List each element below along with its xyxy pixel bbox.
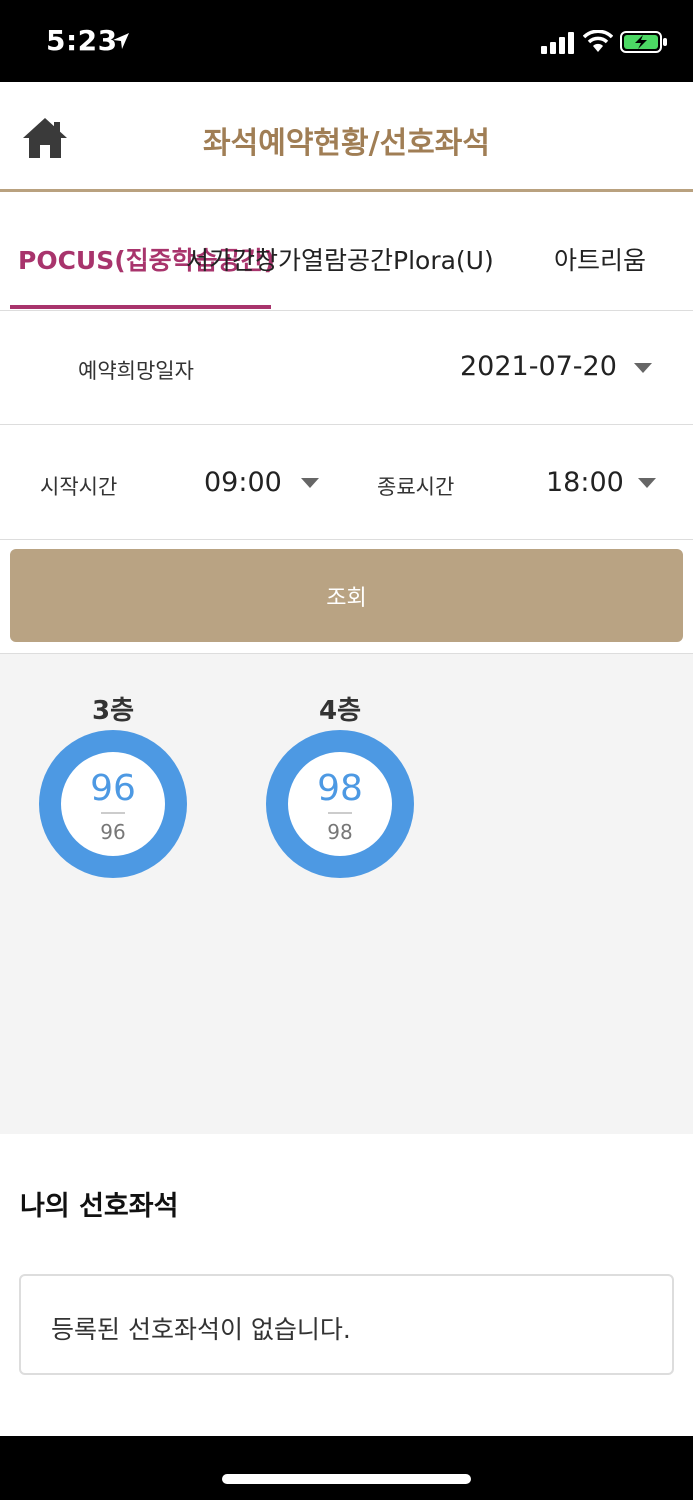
start-time-label: 시작시간 bbox=[40, 475, 118, 499]
time-row: 시작시간 09:00 종료시간 18:00 bbox=[0, 425, 693, 540]
tab-atrium[interactable]: 아트리움 bbox=[554, 241, 646, 277]
floor-card-4[interactable]: 4층 98 98 bbox=[266, 690, 414, 878]
tab-plora[interactable]: 서가간창가열람공간Plora(U) bbox=[186, 241, 494, 277]
available-seats: 98 bbox=[317, 768, 363, 809]
ring-center: 96 96 bbox=[61, 752, 165, 856]
header: 좌석예약현황/선호좌석 bbox=[0, 82, 693, 192]
date-label: 예약희망일자 bbox=[78, 359, 194, 383]
ring-center: 98 98 bbox=[288, 752, 392, 856]
search-button[interactable]: 조회 bbox=[10, 549, 683, 642]
divider bbox=[328, 812, 352, 814]
preferred-seats-title: 나의 선호좌석 bbox=[20, 1191, 179, 1222]
start-time-select[interactable]: 09:00 bbox=[204, 467, 282, 498]
date-row: 예약희망일자 2021-07-20 bbox=[0, 311, 693, 425]
app-screen: 좌석예약현황/선호좌석 POCUS(집중학습공간) 서가간창가열람공간Plora… bbox=[0, 82, 693, 1436]
floor-status-area: 3층 96 96 4층 98 98 bbox=[0, 653, 693, 1134]
seat-ring-chart: 96 96 bbox=[39, 730, 187, 878]
divider bbox=[101, 812, 125, 814]
chevron-down-icon[interactable] bbox=[638, 478, 656, 488]
seat-ring-chart: 98 98 bbox=[266, 730, 414, 878]
empty-message: 등록된 선호좌석이 없습니다. bbox=[51, 1315, 351, 1344]
page-title: 좌석예약현황/선호좌석 bbox=[203, 126, 490, 161]
chevron-down-icon[interactable] bbox=[634, 363, 652, 373]
end-time-select[interactable]: 18:00 bbox=[546, 467, 624, 498]
wifi-icon bbox=[583, 30, 613, 52]
battery-charging-icon bbox=[620, 31, 667, 53]
floor-card-3[interactable]: 3층 96 96 bbox=[39, 690, 187, 878]
cellular-signal-icon bbox=[541, 32, 574, 54]
status-bar: 5:23 bbox=[0, 0, 693, 82]
date-select[interactable]: 2021-07-20 bbox=[460, 351, 617, 382]
total-seats: 96 bbox=[100, 820, 126, 844]
chevron-down-icon[interactable] bbox=[301, 478, 319, 488]
tab-bar: POCUS(집중학습공간) 서가간창가열람공간Plora(U) 아트리움 bbox=[0, 195, 693, 311]
total-seats: 98 bbox=[327, 820, 353, 844]
active-tab-indicator bbox=[10, 305, 271, 309]
floor-name: 4층 bbox=[318, 696, 361, 726]
home-indicator[interactable] bbox=[222, 1474, 471, 1484]
preferred-seats-box: 등록된 선호좌석이 없습니다. bbox=[19, 1274, 674, 1375]
location-arrow-icon bbox=[113, 33, 129, 49]
end-time-label: 종료시간 bbox=[377, 475, 455, 499]
floor-name: 3층 bbox=[91, 696, 134, 726]
available-seats: 96 bbox=[90, 768, 136, 809]
status-time: 5:23 bbox=[46, 24, 118, 57]
